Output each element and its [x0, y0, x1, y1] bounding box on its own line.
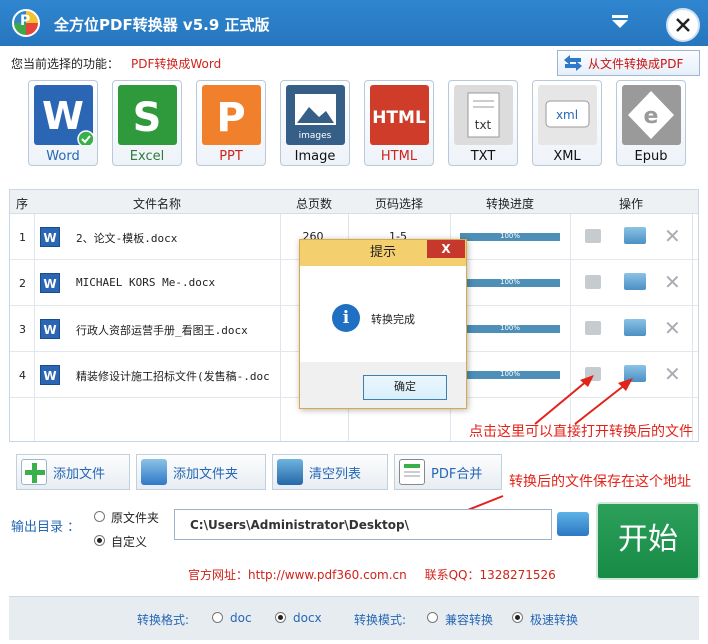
mode-compatible-label: 兼容转换: [445, 613, 494, 627]
format-doc-label: doc: [230, 611, 252, 625]
app-logo-icon: P: [12, 9, 40, 37]
output-path-field[interactable]: C:\Users\Administrator\Desktop\: [174, 509, 552, 540]
format-option-label: 转换格式:: [137, 613, 190, 627]
format-doc-radio[interactable]: [212, 612, 223, 623]
format-docx-radio[interactable]: [275, 612, 286, 623]
main-panel: 您当前选择的功能： PDF转换成Word 从文件转换成PDF W Word S E…: [0, 46, 708, 644]
output-dir-label: 输出目录 ：: [11, 520, 81, 535]
mode-fast-radio[interactable]: [512, 612, 523, 623]
close-icon: [676, 18, 690, 32]
start-button[interactable]: 开始: [596, 502, 700, 580]
browse-folder-icon[interactable]: [557, 512, 589, 536]
qq-contact: 联系QQ：1328271526: [424, 568, 556, 582]
contact-info: 官方网址：http://www.pdf360.com.cn 联系QQ：13282…: [188, 566, 556, 583]
output-original-label: 原文件夹: [111, 511, 160, 525]
mode-compatible-radio[interactable]: [427, 612, 438, 623]
website-link[interactable]: 官方网址：http://www.pdf360.com.cn: [188, 568, 407, 582]
output-custom-label: 自定义: [111, 535, 148, 549]
mode-fast-label: 极速转换: [530, 613, 579, 627]
output-original-radio[interactable]: [94, 511, 105, 522]
close-button[interactable]: [666, 8, 700, 42]
options-bar: 转换格式: doc docx 转换模式: 兼容转换 极速转换: [9, 596, 699, 640]
window-title: 全方位PDF转换器 v5.9 正式版: [54, 16, 270, 34]
mode-option-label: 转换模式:: [354, 613, 407, 627]
menu-dropdown-icon[interactable]: [611, 14, 629, 30]
output-custom-radio[interactable]: [94, 535, 105, 546]
format-docx-label: docx: [293, 611, 322, 625]
title-bar: P 全方位PDF转换器 v5.9 正式版: [0, 0, 708, 46]
